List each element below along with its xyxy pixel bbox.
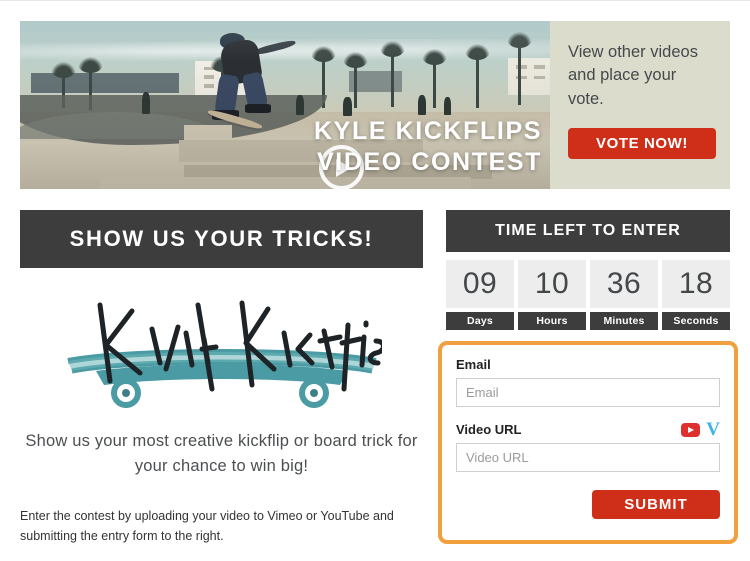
skateboarder — [179, 31, 306, 135]
entry-form: Email Video URL V SUBMIT — [438, 341, 738, 544]
palm-tree — [507, 30, 533, 105]
palm-tree — [464, 41, 490, 109]
video-url-input[interactable] — [456, 443, 720, 472]
hero-video-thumbnail[interactable]: KYLE KICKFLIPS VIDEO CONTEST — [20, 21, 550, 189]
background-building — [507, 57, 550, 95]
vimeo-icon[interactable]: V — [706, 420, 720, 439]
youtube-icon[interactable] — [681, 422, 701, 437]
palm-tree — [342, 50, 368, 109]
countdown-days-label: Days — [446, 312, 514, 330]
contest-instructions: Enter the contest by uploading your vide… — [20, 509, 394, 544]
countdown-cell-minutes: 36 Minutes — [590, 260, 658, 332]
bystander — [417, 94, 426, 115]
submit-row: SUBMIT — [456, 490, 720, 519]
hero-banner: KYLE KICKFLIPS VIDEO CONTEST View other … — [20, 21, 730, 189]
kyle-kickflips-logo — [20, 289, 423, 419]
countdown-cell-seconds: 18 Seconds — [662, 260, 730, 332]
countdown-header-label: TIME LEFT TO ENTER — [495, 222, 681, 239]
video-url-label-row: Video URL V — [456, 420, 720, 439]
palm-tree — [380, 38, 405, 107]
logo-artwork — [66, 300, 382, 408]
submit-button[interactable]: SUBMIT — [592, 490, 720, 519]
tricks-banner-label: SHOW US YOUR TRICKS! — [69, 226, 374, 251]
countdown-cell-hours: 10 Hours — [518, 260, 586, 332]
countdown-days-value: 09 — [446, 260, 514, 308]
contest-tagline: Show us your most creative kickflip or b… — [25, 432, 418, 475]
countdown-seconds-label: Seconds — [662, 312, 730, 330]
countdown-minutes-label: Minutes — [590, 312, 658, 330]
hero-title-line-1: KYLE KICKFLIPS — [314, 117, 542, 145]
contest-page: KYLE KICKFLIPS VIDEO CONTEST View other … — [0, 0, 750, 561]
concrete-ledge — [99, 177, 471, 189]
show-us-your-tricks-banner: SHOW US YOUR TRICKS! — [20, 210, 423, 268]
countdown-timer: 09 Days 10 Hours 36 Minutes 18 Seconds — [446, 260, 730, 332]
hero-aside-text: View other videos and place your vote. — [568, 43, 698, 108]
countdown-header: TIME LEFT TO ENTER — [446, 210, 730, 252]
countdown-seconds-value: 18 — [662, 260, 730, 308]
video-source-icons: V — [681, 420, 720, 439]
bystander — [141, 91, 150, 114]
email-input[interactable] — [456, 378, 720, 407]
hero-title-line-2: VIDEO CONTEST — [317, 147, 542, 176]
countdown-cell-days: 09 Days — [446, 260, 514, 332]
vote-now-button[interactable]: VOTE NOW! — [568, 128, 716, 160]
hero-title: KYLE KICKFLIPS VIDEO CONTEST — [314, 116, 542, 177]
bystander — [444, 96, 451, 115]
background-building — [30, 73, 179, 94]
email-label: Email — [456, 357, 491, 372]
countdown-hours-label: Hours — [518, 312, 586, 330]
palm-tree — [422, 46, 448, 109]
countdown-hours-value: 10 — [518, 260, 586, 308]
bystander — [343, 96, 353, 116]
video-url-label: Video URL — [456, 422, 522, 437]
email-label-row: Email — [456, 357, 720, 372]
countdown-minutes-value: 36 — [590, 260, 658, 308]
hero-aside-panel: View other videos and place your vote. V… — [550, 21, 730, 189]
